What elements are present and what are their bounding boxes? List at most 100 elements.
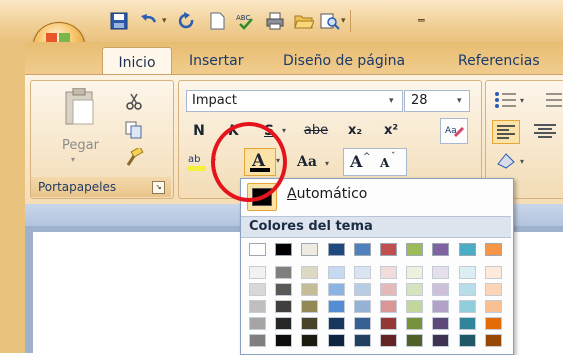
theme-color-swatch[interactable] [301,243,319,256]
font-name-dropdown-icon[interactable]: ▾ [389,91,394,111]
theme-color-shade-swatch[interactable] [275,334,293,347]
theme-color-shade-swatch[interactable] [406,334,424,347]
theme-color-swatch[interactable] [353,243,371,256]
theme-color-shade-swatch[interactable] [353,266,371,279]
print-preview-icon[interactable] [320,12,340,30]
qat-more-icon[interactable]: ▾ [341,16,346,26]
theme-color-shade-swatch[interactable] [484,266,502,279]
automatic-color-option[interactable]: Automático [287,186,367,202]
theme-color-shade-swatch[interactable] [301,266,319,279]
theme-color-shade-swatch[interactable] [406,300,424,313]
shading-icon[interactable]: ▾ [494,150,534,172]
bullets-icon[interactable]: ▾ [494,90,538,110]
tab-diseno-de-pagina[interactable]: Diseño de página [283,48,405,74]
theme-color-shade-swatch[interactable] [353,334,371,347]
undo-icon[interactable] [140,12,158,30]
theme-colors-header-label: Colores del tema [249,219,373,234]
theme-color-shade-swatch[interactable] [275,317,293,330]
theme-color-shade-swatch[interactable] [380,283,397,296]
theme-color-shade-swatch[interactable] [327,266,345,279]
theme-color-shade-swatch[interactable] [275,283,293,296]
theme-color-shade-swatch[interactable] [458,266,476,279]
theme-color-shade-swatch[interactable] [327,317,345,330]
theme-color-shade-swatch[interactable] [275,266,293,279]
theme-color-shade-swatch[interactable] [458,300,476,313]
theme-color-swatch[interactable] [484,243,502,256]
theme-color-shade-swatch[interactable] [432,334,450,347]
change-case-icon[interactable]: Aa ▾ [295,150,335,172]
paste-label[interactable]: Pegar [62,138,99,153]
theme-color-shade-swatch[interactable] [301,334,319,347]
strikethrough-button[interactable]: abe [294,120,338,142]
theme-color-shade-swatch[interactable] [484,334,502,347]
theme-color-shade-swatch[interactable] [275,300,293,313]
subscript-button[interactable]: x₂ [341,120,369,142]
theme-color-shade-swatch[interactable] [458,283,476,296]
theme-color-shade-swatch[interactable] [432,300,450,313]
clipboard-launcher-icon[interactable]: ↘ [152,181,165,194]
format-painter-icon[interactable] [124,146,144,168]
undo-dropdown-icon[interactable]: ▾ [162,16,167,26]
align-left-button[interactable] [492,120,520,144]
font-size-combo[interactable]: 28 ▾ [404,90,470,112]
superscript-button[interactable]: x² [377,120,405,142]
clear-formatting-icon[interactable]: Aa [440,118,468,144]
theme-color-swatch[interactable] [458,243,476,256]
font-size-dropdown-icon[interactable]: ▾ [457,91,462,111]
theme-color-shade-swatch[interactable] [432,317,450,330]
redo-icon[interactable] [178,12,196,30]
theme-color-shade-swatch[interactable] [249,317,266,330]
theme-color-shade-swatch[interactable] [406,283,424,296]
paste-dropdown-icon[interactable]: ▾ [71,155,75,164]
font-name-combo[interactable]: Impact ▾ [186,90,403,112]
theme-color-shade-swatch[interactable] [249,334,266,347]
theme-color-shade-swatch[interactable] [458,317,476,330]
theme-color-shade-swatch[interactable] [484,283,502,296]
theme-color-shade-swatch[interactable] [380,266,397,279]
theme-color-shade-swatch[interactable] [432,266,450,279]
theme-color-shade-swatch[interactable] [406,266,424,279]
print-icon[interactable] [266,12,284,30]
theme-color-shade-swatch[interactable] [484,317,502,330]
theme-color-shade-swatch[interactable] [249,283,266,296]
tab-insertar[interactable]: Insertar [189,48,244,74]
theme-color-shade-swatch[interactable] [380,334,397,347]
theme-color-shade-swatch[interactable] [249,300,266,313]
theme-color-shade-swatch[interactable] [432,283,450,296]
theme-color-shade-swatch[interactable] [249,266,266,279]
theme-color-shade-swatch[interactable] [406,317,424,330]
theme-color-swatch[interactable] [275,243,293,256]
theme-color-shade-swatch[interactable] [484,300,502,313]
spelling-check-icon[interactable]: ABC [236,12,254,30]
align-center-button[interactable] [530,120,560,142]
paste-icon[interactable] [63,87,97,128]
new-document-icon[interactable] [208,12,226,30]
theme-color-shade-swatch[interactable] [301,300,319,313]
copy-icon[interactable] [125,121,143,139]
highlight-color-icon[interactable]: ab [186,150,212,172]
theme-color-shade-swatch[interactable] [353,283,371,296]
cut-icon[interactable] [125,92,143,110]
save-icon[interactable] [110,12,128,30]
theme-color-shade-swatch[interactable] [301,283,319,296]
theme-color-shade-swatch[interactable] [327,300,345,313]
open-folder-icon[interactable] [294,12,315,30]
bold-button[interactable]: N [186,120,212,142]
tab-referencias[interactable]: Referencias [458,48,540,74]
theme-color-swatch[interactable] [432,243,450,256]
numbering-icon[interactable] [540,90,563,110]
theme-color-shade-swatch[interactable] [380,317,397,330]
theme-color-shade-swatch[interactable] [301,317,319,330]
theme-color-swatch[interactable] [380,243,397,256]
underline-dropdown-icon[interactable]: ▾ [282,126,286,135]
customize-qat-icon[interactable]: ═ [418,14,425,27]
theme-color-shade-swatch[interactable] [327,283,345,296]
theme-color-shade-swatch[interactable] [353,300,371,313]
theme-color-shade-swatch[interactable] [458,334,476,347]
theme-color-shade-swatch[interactable] [353,317,371,330]
theme-color-shade-swatch[interactable] [380,300,397,313]
theme-color-shade-swatch[interactable] [327,334,345,347]
theme-color-swatch[interactable] [327,243,345,256]
theme-color-swatch[interactable] [249,243,266,256]
theme-color-swatch[interactable] [406,243,424,256]
